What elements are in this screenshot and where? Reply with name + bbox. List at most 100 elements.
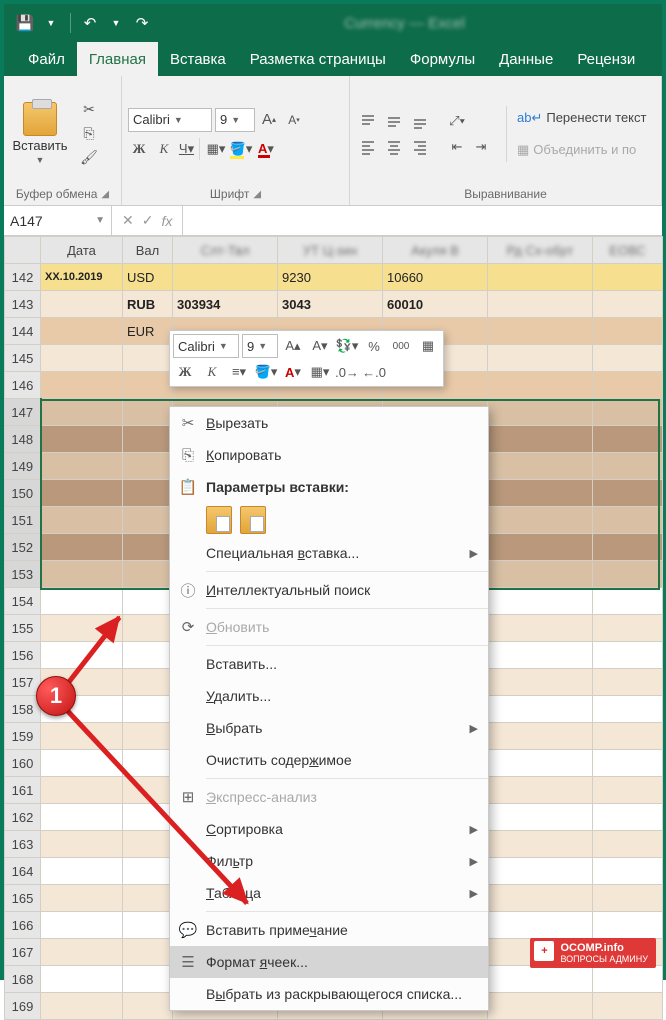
mini-italic-button[interactable]: К <box>200 361 224 383</box>
mini-fill-icon[interactable]: 🪣▾ <box>254 361 278 383</box>
cell[interactable] <box>123 642 173 669</box>
cell[interactable] <box>593 426 663 453</box>
cell[interactable] <box>123 561 173 588</box>
italic-button[interactable]: К <box>153 138 175 160</box>
decrease-font-icon[interactable]: A▾ <box>283 109 305 131</box>
cell[interactable] <box>488 750 593 777</box>
ctx-copy[interactable]: ⎘Копировать <box>170 439 488 471</box>
col-header[interactable]: Рд Сх-обрт <box>488 237 593 264</box>
cell[interactable]: 303934 <box>173 291 278 318</box>
cell[interactable] <box>123 507 173 534</box>
cell[interactable] <box>593 534 663 561</box>
cell[interactable] <box>41 318 123 345</box>
row-header[interactable]: 150 <box>5 480 41 507</box>
align-top-icon[interactable] <box>356 109 380 133</box>
row-header[interactable]: 151 <box>5 507 41 534</box>
ctx-pick-dropdown[interactable]: Выбрать из раскрывающегося списка... <box>170 978 488 1010</box>
row-header[interactable]: 146 <box>5 372 41 399</box>
cell[interactable] <box>593 588 663 615</box>
tab-data[interactable]: Данные <box>487 42 565 76</box>
cell[interactable] <box>123 453 173 480</box>
tab-home[interactable]: Главная <box>77 42 158 76</box>
cell[interactable] <box>488 291 593 318</box>
row-header[interactable]: 168 <box>5 966 41 993</box>
tab-page-layout[interactable]: Разметка страницы <box>238 42 398 76</box>
cell[interactable]: USD <box>123 264 173 291</box>
cell[interactable] <box>123 966 173 993</box>
cell[interactable] <box>123 831 173 858</box>
cell[interactable] <box>488 453 593 480</box>
cell[interactable]: 60010 <box>383 291 488 318</box>
mini-inc-decimal-icon[interactable]: .0→ <box>335 361 359 383</box>
row-header[interactable]: 149 <box>5 453 41 480</box>
cell[interactable] <box>41 534 123 561</box>
undo-dropdown-icon[interactable]: ▼ <box>103 10 129 36</box>
align-center-icon[interactable] <box>382 135 406 159</box>
underline-button[interactable]: Ч▾ <box>178 138 200 160</box>
font-size-combo[interactable]: 9▼ <box>215 108 255 132</box>
cut-icon[interactable]: ✂ <box>76 100 102 120</box>
mini-align-icon[interactable]: ≡▾ <box>227 361 251 383</box>
cell[interactable] <box>41 507 123 534</box>
col-header[interactable]: УТ Ц-зин <box>278 237 383 264</box>
cell[interactable] <box>41 912 123 939</box>
cell[interactable] <box>123 534 173 561</box>
bold-button[interactable]: Ж <box>128 138 150 160</box>
mini-format-painter-icon[interactable]: ▦ <box>416 335 440 357</box>
row-header[interactable]: 169 <box>5 993 41 1020</box>
ctx-select[interactable]: Выбрать▶ <box>170 712 488 744</box>
mini-size-combo[interactable]: 9▼ <box>242 334 278 358</box>
row-header[interactable]: 148 <box>5 426 41 453</box>
cell[interactable] <box>593 804 663 831</box>
select-all-corner[interactable] <box>5 237 41 264</box>
cell[interactable] <box>593 507 663 534</box>
paste-option-2-icon[interactable] <box>240 506 266 534</box>
cell[interactable] <box>488 642 593 669</box>
formula-input[interactable] <box>183 206 662 235</box>
cell[interactable] <box>488 993 593 1020</box>
orientation-icon[interactable]: ⤢▾ <box>446 110 468 132</box>
cell[interactable] <box>488 669 593 696</box>
expand-icon[interactable]: ◢ <box>101 189 109 200</box>
cell[interactable] <box>593 831 663 858</box>
cell[interactable] <box>41 993 123 1020</box>
copy-icon[interactable]: ⎘ <box>76 124 102 144</box>
cell[interactable] <box>488 318 593 345</box>
cell[interactable] <box>123 399 173 426</box>
row-header[interactable]: 161 <box>5 777 41 804</box>
cell[interactable] <box>593 318 663 345</box>
col-header[interactable]: Слт-Твл <box>173 237 278 264</box>
row-header[interactable]: 154 <box>5 588 41 615</box>
cell[interactable]: 9230 <box>278 264 383 291</box>
cell[interactable] <box>123 588 173 615</box>
cell[interactable] <box>123 912 173 939</box>
mini-percent-icon[interactable]: % <box>362 335 386 357</box>
tab-file[interactable]: Файл <box>16 42 77 76</box>
col-header[interactable]: ЕОВС <box>593 237 663 264</box>
row-header[interactable]: 153 <box>5 561 41 588</box>
cell[interactable] <box>123 858 173 885</box>
mini-accounting-icon[interactable]: 💱▾ <box>335 335 359 357</box>
cell[interactable] <box>593 561 663 588</box>
fx-icon[interactable]: fx <box>161 213 172 229</box>
mini-increase-font-icon[interactable]: A▴ <box>281 335 305 357</box>
paste-button[interactable]: Вставить ▼ <box>10 102 70 165</box>
cell[interactable] <box>593 858 663 885</box>
wrap-text-button[interactable]: ab↵Перенести текст <box>517 106 646 130</box>
align-right-icon[interactable] <box>408 135 432 159</box>
cell[interactable] <box>488 345 593 372</box>
ctx-format-cells[interactable]: ☰Формат ячеек... <box>170 946 488 978</box>
cell[interactable] <box>593 885 663 912</box>
cell[interactable] <box>593 642 663 669</box>
cell[interactable] <box>41 291 123 318</box>
cell[interactable] <box>488 966 593 993</box>
paste-option-1-icon[interactable] <box>206 506 232 534</box>
cell[interactable] <box>488 777 593 804</box>
increase-indent-icon[interactable]: ⇥ <box>470 136 492 158</box>
ctx-insert-comment[interactable]: 💬Вставить примечание <box>170 914 488 946</box>
cell[interactable] <box>41 561 123 588</box>
increase-font-icon[interactable]: A▴ <box>258 109 280 131</box>
col-header[interactable]: Вал <box>123 237 173 264</box>
cell[interactable] <box>173 264 278 291</box>
cell[interactable] <box>593 669 663 696</box>
